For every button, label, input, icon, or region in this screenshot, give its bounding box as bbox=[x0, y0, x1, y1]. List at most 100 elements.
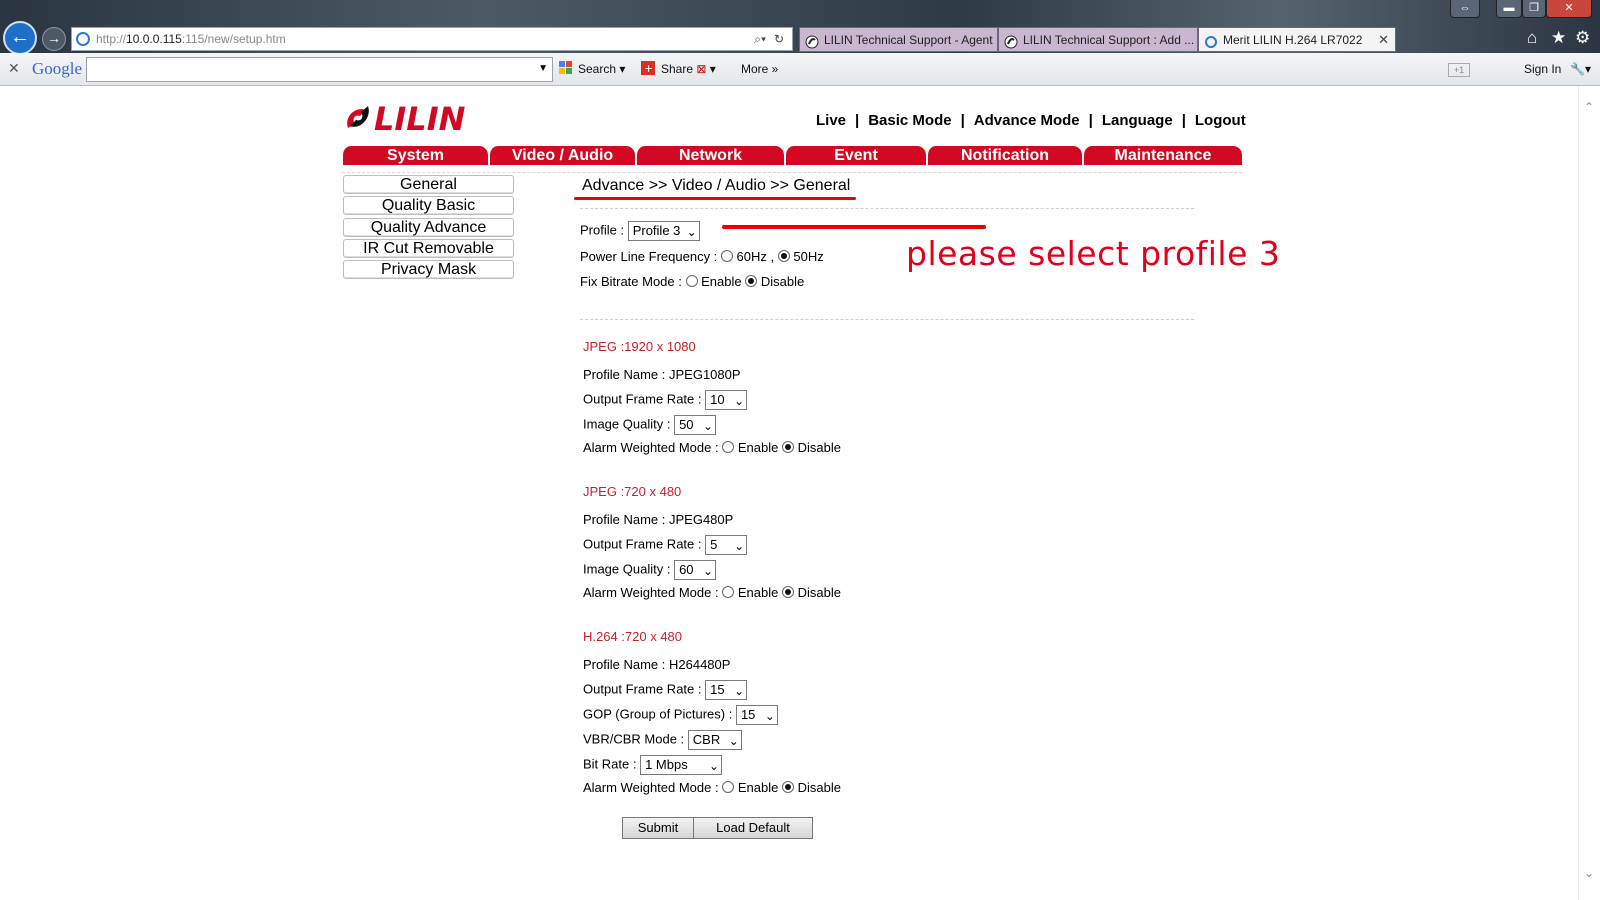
breadcrumb: Advance >> Video / Audio >> General bbox=[582, 177, 851, 194]
scroll-up-icon[interactable]: ⌃ bbox=[1584, 100, 1594, 114]
tab-label: LILIN Technical Support : Add ... bbox=[1023, 33, 1195, 47]
vbr-cbr-select[interactable]: CBR ⌄ bbox=[687, 730, 742, 750]
address-host: 10.0.0.115 bbox=[126, 32, 182, 46]
profile-name-row: Profile Name : JPEG1080P bbox=[583, 367, 741, 382]
svg-text:LILIN: LILIN bbox=[374, 102, 466, 134]
alarm-disable-radio[interactable] bbox=[781, 441, 794, 453]
nav-live[interactable]: Live bbox=[816, 112, 846, 129]
frame-rate-select[interactable]: 5 ⌄ bbox=[705, 535, 748, 555]
fix-bitrate-row: Fix Bitrate Mode : Enable Disable bbox=[580, 274, 804, 289]
divider bbox=[580, 208, 1194, 209]
power-50hz-radio[interactable] bbox=[777, 250, 790, 262]
alarm-disable-radio[interactable] bbox=[781, 586, 794, 598]
search-icon[interactable]: ⌕▾ bbox=[754, 28, 766, 50]
vertical-scrollbar[interactable]: ⌃ ⌄ bbox=[1578, 86, 1600, 900]
alarm-weighted-row: Alarm Weighted Mode : Enable Disable bbox=[583, 585, 841, 600]
scroll-down-icon[interactable]: ⌄ bbox=[1584, 866, 1594, 880]
chevron-down-icon[interactable]: ▼ bbox=[538, 63, 548, 74]
wrench-icon[interactable]: 🔧▾ bbox=[1570, 62, 1591, 76]
nav-advance-mode[interactable]: Advance Mode bbox=[974, 112, 1080, 129]
power-line-label: Power Line Frequency : bbox=[580, 249, 718, 264]
tools-gear-icon[interactable]: ⚙ bbox=[1575, 28, 1590, 48]
home-icon[interactable]: ⌂ bbox=[1527, 28, 1537, 48]
menu-event[interactable]: Event bbox=[785, 146, 926, 165]
menu-system[interactable]: System bbox=[342, 146, 488, 165]
ie-favicon-icon bbox=[1204, 33, 1218, 48]
forward-icon[interactable]: → bbox=[42, 27, 66, 51]
chevron-down-icon: ⌄ bbox=[764, 709, 775, 723]
alarm-enable-radio[interactable] bbox=[722, 441, 735, 453]
gop-select[interactable]: 15 ⌄ bbox=[735, 705, 778, 725]
profile-select[interactable]: Profile 3 ⌄ bbox=[627, 221, 700, 241]
alarm-enable-radio[interactable] bbox=[722, 586, 735, 598]
breadcrumb-underline-annotation bbox=[574, 197, 856, 200]
close-window-icon[interactable]: ✕ bbox=[1546, 0, 1592, 18]
sidebar-item-privacy-mask[interactable]: Privacy Mask bbox=[343, 260, 514, 279]
alarm-weighted-row: Alarm Weighted Mode : Enable Disable bbox=[583, 440, 841, 455]
sidebar-item-general[interactable]: General bbox=[343, 175, 514, 194]
nav-logout[interactable]: Logout bbox=[1195, 112, 1246, 129]
submit-button[interactable]: Submit bbox=[622, 817, 694, 839]
power-60hz-label: 60Hz , bbox=[736, 249, 775, 264]
image-quality-select[interactable]: 50 ⌄ bbox=[674, 415, 717, 435]
menu-network[interactable]: Network bbox=[636, 146, 784, 165]
chevron-down-icon: ⌄ bbox=[734, 394, 745, 408]
frame-rate-select[interactable]: 15 ⌄ bbox=[705, 680, 748, 700]
sign-in-link[interactable]: Sign In bbox=[1524, 62, 1561, 76]
image-quality-select[interactable]: 60 ⌄ bbox=[674, 560, 717, 580]
profile-name-row: Profile Name : H264480P bbox=[583, 657, 731, 672]
share-button[interactable]: Share ⊠ ▾ bbox=[661, 62, 716, 76]
frame-rate-row: Output Frame Rate : 5 ⌄ bbox=[583, 535, 748, 555]
alarm-disable-radio[interactable] bbox=[781, 781, 794, 793]
nav-language[interactable]: Language bbox=[1102, 112, 1173, 129]
profile-name-value: H264480P bbox=[669, 657, 731, 672]
alarm-weighted-row: Alarm Weighted Mode : Enable Disable bbox=[583, 780, 841, 795]
tab-merit-lilin[interactable]: Merit LILIN H.264 LR7022 ✕ bbox=[1198, 27, 1396, 52]
load-default-button[interactable]: Load Default bbox=[693, 817, 813, 839]
power-60hz-radio[interactable] bbox=[720, 250, 733, 262]
bit-rate-select[interactable]: 1 Mbps ⌄ bbox=[640, 755, 723, 775]
frame-rate-select[interactable]: 10 ⌄ bbox=[705, 390, 748, 410]
fix-bitrate-enable-radio[interactable] bbox=[685, 275, 698, 287]
close-tab-icon[interactable]: ✕ bbox=[1378, 28, 1389, 51]
lilin-favicon-icon bbox=[1004, 33, 1018, 49]
fix-bitrate-disable-label: Disable bbox=[760, 274, 805, 289]
profile-name-value: JPEG1080P bbox=[669, 367, 741, 382]
lilin-logo: LILIN bbox=[344, 100, 524, 139]
annotation-text: please select profile 3 bbox=[906, 234, 1281, 273]
refresh-icon[interactable]: ↻ bbox=[774, 28, 784, 50]
menu-maintenance[interactable]: Maintenance bbox=[1083, 146, 1242, 165]
alarm-enable-radio[interactable] bbox=[722, 781, 735, 793]
tab-label: LILIN Technical Support - Agent bbox=[824, 33, 993, 47]
chevron-down-icon: ⌄ bbox=[728, 734, 739, 748]
nav-basic-mode[interactable]: Basic Mode bbox=[868, 112, 951, 129]
maximize-icon[interactable]: ❐ bbox=[1522, 0, 1546, 18]
power-50hz-label: 50Hz bbox=[793, 249, 824, 264]
ie-page-icon bbox=[76, 32, 90, 46]
tab-support-add[interactable]: LILIN Technical Support : Add ... bbox=[998, 27, 1198, 52]
favorites-star-icon[interactable]: ★ bbox=[1551, 28, 1566, 48]
restore-icon[interactable]: ⇔ bbox=[1450, 0, 1480, 18]
address-rest: :115/new/setup.htm bbox=[181, 32, 286, 46]
fix-bitrate-disable-radio[interactable] bbox=[745, 275, 758, 287]
back-icon[interactable]: ← bbox=[3, 21, 37, 55]
lilin-favicon-icon bbox=[805, 33, 819, 49]
minimize-icon[interactable]: ▬ bbox=[1496, 0, 1522, 18]
more-button[interactable]: More » bbox=[741, 62, 778, 76]
sidebar-item-quality-advance[interactable]: Quality Advance bbox=[343, 218, 514, 237]
tab-label: Merit LILIN H.264 LR7022 bbox=[1223, 33, 1363, 47]
search-button[interactable]: Search ▾ bbox=[578, 62, 625, 76]
google-search-input[interactable]: ▼ bbox=[86, 57, 553, 82]
close-toolbar-icon[interactable]: ✕ bbox=[8, 60, 20, 77]
frame-rate-row: Output Frame Rate : 10 ⌄ bbox=[583, 390, 748, 410]
address-bar[interactable]: http://10.0.0.115:115/new/setup.htm ⌕▾ ↻ bbox=[71, 27, 793, 51]
menu-video-audio[interactable]: Video / Audio bbox=[489, 146, 635, 165]
sidebar-item-ir-cut[interactable]: IR Cut Removable bbox=[343, 239, 514, 258]
tab-support-agent[interactable]: LILIN Technical Support - Agent bbox=[799, 27, 998, 52]
chevron-down-icon: ⌄ bbox=[734, 539, 745, 553]
frame-rate-row: Output Frame Rate : 15 ⌄ bbox=[583, 680, 748, 700]
sidebar-item-quality-basic[interactable]: Quality Basic bbox=[343, 196, 514, 215]
section-title-jpeg-1080: JPEG :1920 x 1080 bbox=[583, 339, 696, 354]
menu-notification[interactable]: Notification bbox=[927, 146, 1082, 165]
plus-one-icon[interactable]: +1 bbox=[1448, 63, 1470, 77]
